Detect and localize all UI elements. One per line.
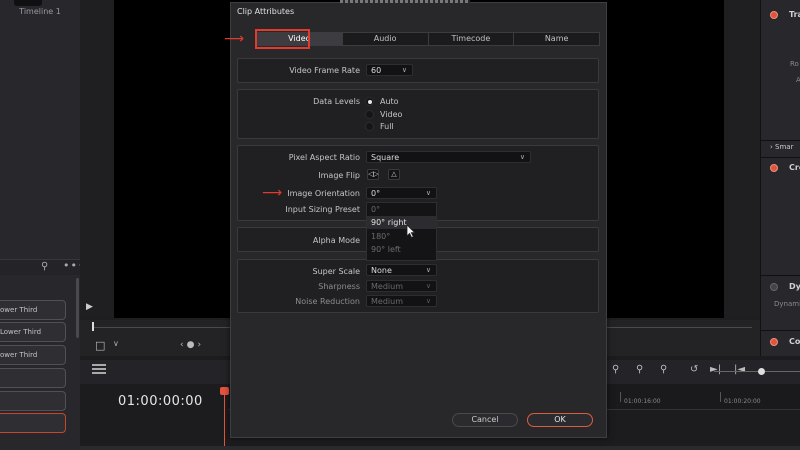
divider: [760, 140, 800, 141]
image-orientation-label: Image Orientation: [287, 189, 360, 198]
orientation-option-0[interactable]: 0°: [371, 205, 380, 214]
cursor-icon: [406, 224, 416, 238]
flip-vertical-icon[interactable]: △: [388, 169, 400, 180]
playhead-handle[interactable]: [220, 387, 229, 395]
annotation-arrow-icon: ⟶: [262, 185, 283, 201]
effect-item[interactable]: [0, 368, 66, 388]
divider: [760, 330, 800, 331]
data-levels-label: Data Levels: [313, 97, 360, 106]
chevron-down-icon: ∨: [425, 282, 431, 290]
effect-item[interactable]: ower Third: [0, 345, 66, 365]
data-levels-video-radio[interactable]: [365, 110, 374, 119]
toggle-dot[interactable]: [770, 164, 778, 172]
video-frame-rate-select[interactable]: 60 ∨: [366, 64, 413, 76]
chevron-down-icon: ∨: [519, 153, 525, 161]
dialog-title: Clip Attributes: [237, 7, 295, 16]
orientation-option-90-right[interactable]: 90° right: [371, 218, 407, 227]
video-frame-rate-label: Video Frame Rate: [289, 66, 360, 75]
zoom-icon[interactable]: ⚲: [660, 364, 667, 375]
super-scale-label: Super Scale: [312, 267, 360, 276]
inspector-section[interactable]: Dyn: [789, 282, 800, 291]
orientation-option-180[interactable]: 180°: [371, 232, 390, 241]
inspector-label: A: [796, 76, 800, 84]
search-icon[interactable]: ⚲: [41, 261, 48, 272]
timeline-label: Timeline 1: [19, 7, 61, 16]
flip-horizontal-icon[interactable]: ◁▷: [367, 169, 379, 180]
image-orientation-select[interactable]: 0° ∨: [366, 187, 437, 199]
tab-audio[interactable]: Audio: [341, 33, 428, 45]
ruler-tick-label: 01:00:20:00: [724, 398, 761, 405]
alpha-mode-label: Alpha Mode: [312, 236, 360, 245]
timeline-track[interactable]: [80, 446, 800, 450]
super-scale-select[interactable]: None ∨: [366, 264, 437, 276]
play-icon[interactable]: ▶: [86, 302, 93, 312]
zoom-icon[interactable]: ⚲: [612, 364, 619, 375]
playhead-line[interactable]: [224, 388, 225, 450]
inspector-section[interactable]: Co: [789, 337, 800, 346]
data-levels-auto-radio[interactable]: [365, 97, 374, 106]
inspector-section[interactable]: › Smar: [770, 143, 793, 151]
scrollbar[interactable]: [76, 278, 79, 338]
effect-item[interactable]: Lower Third: [0, 322, 66, 342]
ruler-tick: [720, 392, 721, 402]
inspector-label: Dynamic: [774, 300, 800, 308]
input-sizing-preset-label: Input Sizing Preset: [285, 205, 360, 214]
noise-reduction-select: Medium ∨: [366, 295, 437, 307]
pixel-aspect-ratio-select[interactable]: Square ∨: [366, 151, 531, 163]
chevron-down-icon: ∨: [401, 66, 407, 74]
effect-item[interactable]: ower Third: [0, 300, 66, 320]
divider: [760, 157, 800, 158]
timecode-display: 01:00:00:00: [118, 394, 203, 409]
inspector-section[interactable]: Cro: [789, 163, 800, 172]
chevron-down-icon: ∨: [425, 266, 431, 274]
ok-button[interactable]: OK: [527, 413, 593, 427]
effect-item-selected[interactable]: [0, 413, 66, 433]
chevron-down-icon: ∨: [425, 297, 431, 305]
inspector-section[interactable]: Tra: [789, 10, 800, 19]
sharpness-select: Medium ∨: [366, 280, 437, 292]
orientation-option-90-left[interactable]: 90° left: [371, 245, 401, 254]
scrub-marker[interactable]: [92, 322, 94, 331]
toggle-dot[interactable]: [770, 11, 778, 19]
ruler-tick-label: 01:00:16:00: [624, 398, 661, 405]
data-levels-video-label: Video: [380, 110, 403, 119]
crop-icon[interactable]: □: [95, 339, 105, 352]
sharpness-label: Sharpness: [318, 282, 360, 291]
dialog-handle[interactable]: [340, 0, 470, 3]
zoom-slider[interactable]: [714, 371, 800, 372]
toggle-dot[interactable]: [770, 283, 778, 291]
prev-next-icons[interactable]: ‹●›: [180, 340, 204, 350]
noise-reduction-label: Noise Reduction: [295, 297, 360, 306]
next-clip-icon[interactable]: ►|: [710, 364, 721, 375]
effect-item[interactable]: [0, 391, 66, 411]
prev-clip-icon[interactable]: |◄: [734, 364, 745, 375]
loop-icon[interactable]: ↺: [690, 364, 698, 375]
divider: [760, 275, 800, 276]
inspector-label: Ro: [790, 60, 799, 68]
data-levels-auto-label: Auto: [380, 97, 399, 106]
tab-name[interactable]: Name: [513, 33, 599, 45]
pixel-aspect-ratio-label: Pixel Aspect Ratio: [288, 153, 360, 162]
chevron-down-icon[interactable]: ∨: [113, 339, 119, 348]
tab-timecode[interactable]: Timecode: [427, 33, 514, 45]
chevron-down-icon: ∨: [425, 189, 431, 197]
zoom-slider-handle[interactable]: [758, 368, 765, 375]
cancel-button[interactable]: Cancel: [452, 413, 518, 427]
image-flip-label: Image Flip: [318, 171, 360, 180]
timeline-thumbnail[interactable]: [14, 0, 42, 6]
toggle-dot[interactable]: [770, 338, 778, 346]
ruler-tick: [620, 392, 621, 402]
data-levels-full-label: Full: [380, 122, 394, 131]
timeline-view-icon-bar: [92, 368, 106, 370]
annotation-box: [255, 29, 310, 49]
zoom-icon[interactable]: ⚲: [636, 364, 643, 375]
data-levels-full-radio[interactable]: [365, 122, 374, 131]
annotation-arrow-icon: ⟶: [224, 31, 245, 47]
